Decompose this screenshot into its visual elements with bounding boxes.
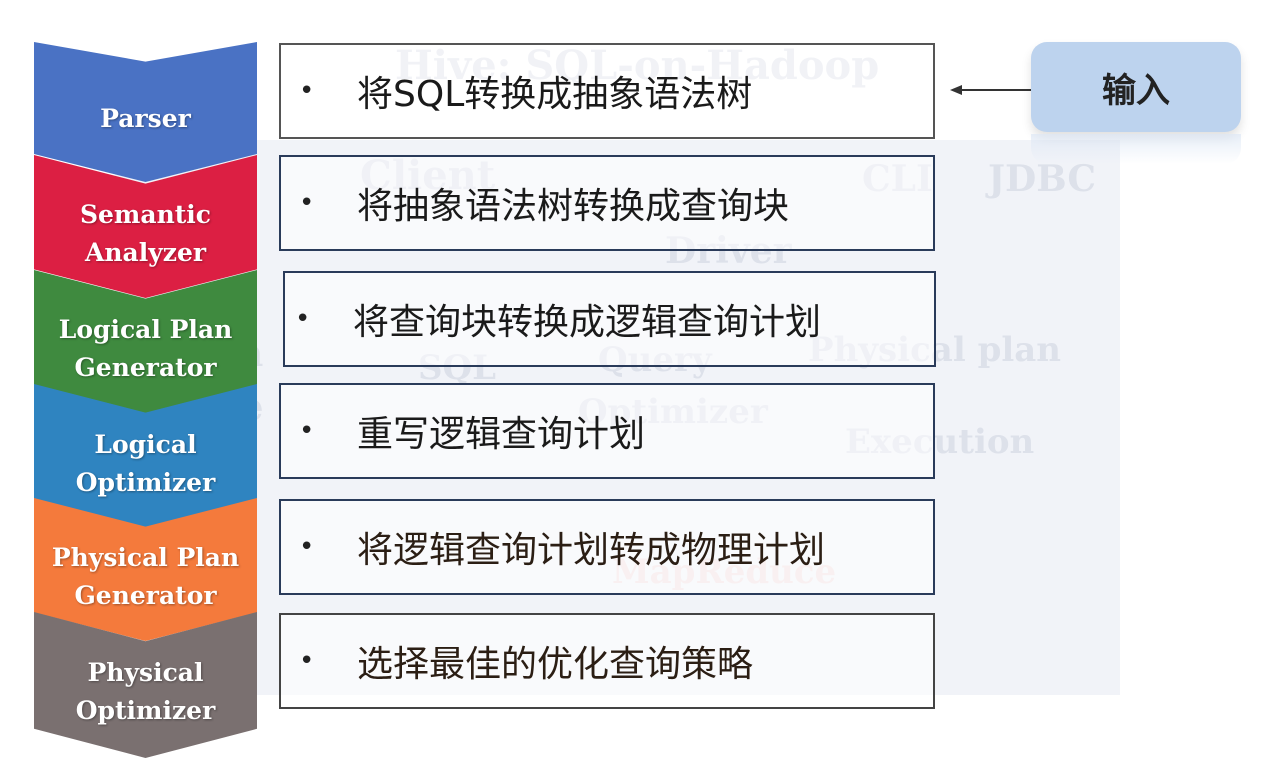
- stage-logical-plan-generator-label: Logical Plan Generator: [58, 315, 233, 382]
- stage-parser-label: Parser: [100, 104, 191, 133]
- input-label-box: 输入: [1031, 42, 1241, 132]
- stage-logical-optimizer-description: 重写逻辑查询计划: [357, 414, 646, 455]
- bullet: •: [295, 304, 311, 334]
- stage-logical-optimizer-box: • 重写逻辑查询计划: [279, 383, 935, 479]
- bullet: •: [299, 416, 315, 446]
- stage-logical-plan-generator-box: • 将查询块转换成逻辑查询计划: [283, 271, 936, 367]
- stage-parser-box: • 将SQL转换成抽象语法树: [279, 43, 935, 139]
- stage-semantic-analyzer-label: Semantic Analyzer: [79, 200, 212, 267]
- stage-semantic-analyzer-description: 将抽象语法树转换成查询块: [357, 186, 790, 227]
- bullet: •: [299, 646, 315, 676]
- input-label-reflection: [1031, 134, 1241, 164]
- stage-semantic-analyzer-box: • 将抽象语法树转换成查询块: [279, 155, 935, 251]
- ghost-jdbc: JDBC: [988, 158, 1096, 200]
- stage-physical-plan-generator-description: 将逻辑查询计划转成物理计划: [357, 530, 826, 571]
- stage-logical-plan-generator-description: 将查询块转换成逻辑查询计划: [353, 302, 822, 343]
- stage-physical-optimizer-description: 选择最佳的优化查询策略: [357, 644, 754, 685]
- stage-parser-description: 将SQL转换成抽象语法树: [357, 74, 753, 115]
- stage-physical-plan-generator-label: Physical Plan Generator: [51, 543, 240, 610]
- stage-logical-optimizer-label: Logical Optimizer: [75, 430, 216, 497]
- stage-physical-plan-generator-box: • 将逻辑查询计划转成物理计划: [279, 499, 935, 595]
- stage-parser-chevron: Parser: [34, 42, 257, 182]
- bullet: •: [299, 532, 315, 562]
- stage-physical-optimizer-label: Physical Optimizer: [75, 658, 216, 725]
- arrow-left-icon: [950, 85, 1032, 95]
- bullet: •: [299, 76, 315, 106]
- bullet: •: [299, 188, 315, 218]
- stage-physical-optimizer-box: • 选择最佳的优化查询策略: [279, 613, 935, 709]
- input-label: 输入: [1102, 70, 1170, 111]
